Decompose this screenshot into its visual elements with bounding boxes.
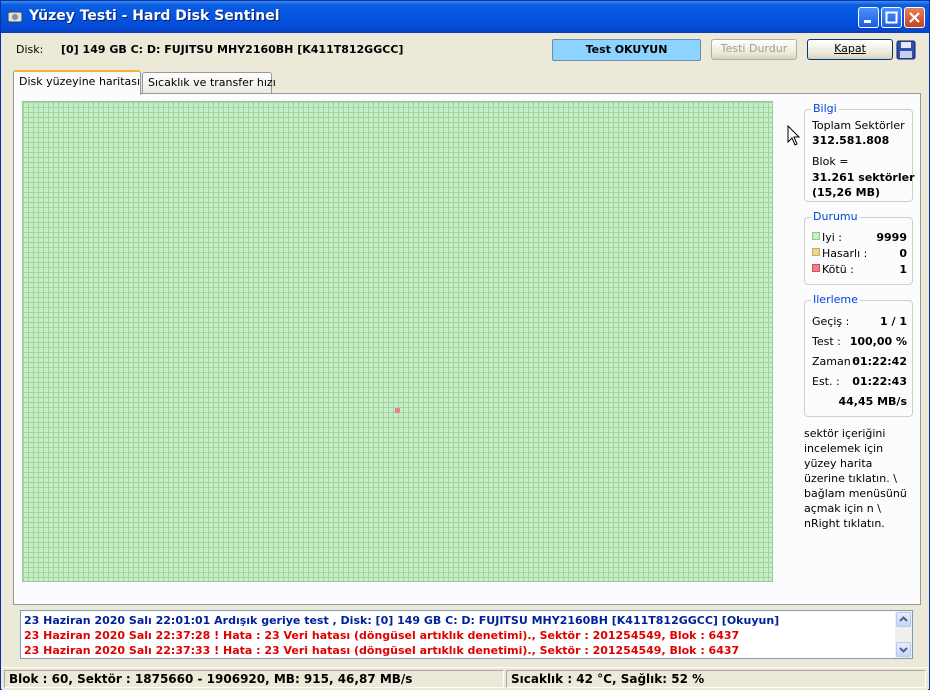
save-icon[interactable] xyxy=(896,40,916,60)
est-label: Est. : xyxy=(812,375,840,388)
progress-title: Ilerleme xyxy=(811,293,860,306)
minimize-icon xyxy=(864,20,871,23)
total-sectors-value: 312.581.808 xyxy=(812,134,890,147)
close-button[interactable]: Kapat xyxy=(807,39,893,60)
event-log[interactable]: 23 Haziran 2020 Salı 22:01:01 Ardışık ge… xyxy=(20,610,913,659)
bad-value: 1 xyxy=(899,263,907,276)
disk-surface-map[interactable] xyxy=(22,101,773,582)
status-block-info: Blok : 60, Sektör : 1875660 - 1906920, M… xyxy=(4,670,504,688)
log-entry: 23 Haziran 2020 Salı 22:37:28 ! Hata : 2… xyxy=(24,629,740,642)
time-row: Zaman : 01:22:42 xyxy=(812,355,907,368)
close-icon xyxy=(909,12,920,23)
bad-label: Kötü : xyxy=(822,263,854,276)
help-text: sektör içeriğini incelemek için yüzey ha… xyxy=(804,427,907,530)
bad-row: Kötü : 1 xyxy=(812,263,907,276)
progress-group: Ilerleme Geçiş : 1 / 1 Test : 100,00 % Z… xyxy=(804,293,913,417)
damaged-label: Hasarlı : xyxy=(822,247,868,260)
test-row: Test : 100,00 % xyxy=(812,335,907,348)
disk-label: Disk: xyxy=(16,43,44,56)
close-window-button[interactable] xyxy=(904,7,925,28)
good-label: Iyi : xyxy=(822,231,843,244)
block-size-value: (15,26 MB) xyxy=(812,186,881,199)
arrow-down-icon xyxy=(899,647,908,653)
info-title: Bilgi xyxy=(811,102,839,115)
app-icon xyxy=(7,11,23,23)
status-bar: Blok : 60, Sektör : 1875660 - 1906920, M… xyxy=(2,667,928,690)
good-row: Iyi : 9999 xyxy=(812,231,907,244)
time-label: Zaman : xyxy=(812,355,858,368)
test-value: 100,00 % xyxy=(849,335,907,348)
total-sectors-label: Toplam Sektörler xyxy=(812,119,905,132)
time-value: 01:22:42 xyxy=(852,355,907,368)
good-value: 9999 xyxy=(876,231,907,244)
disk-name: [0] 149 GB C: D: FUJITSU MHY2160BH [K411… xyxy=(61,43,404,56)
log-entry: 23 Haziran 2020 Salı 22:37:33 ! Hata : 2… xyxy=(24,644,740,657)
info-group: Bilgi Toplam Sektörler 312.581.808 Blok … xyxy=(804,102,915,202)
block-sectors-value: 31.261 sektörler xyxy=(812,171,915,184)
est-value: 01:22:43 xyxy=(852,375,907,388)
surface-test-window: Yüzey Testi - Hard Disk Sentinel Disk: [… xyxy=(0,0,930,690)
tab-temperature-transfer[interactable]: Sıcaklık ve transfer hızı xyxy=(142,72,276,93)
pass-value: 1 / 1 xyxy=(880,315,907,328)
arrow-up-icon xyxy=(899,616,908,622)
maximize-button[interactable] xyxy=(881,7,902,28)
stop-test-button[interactable]: Testi Durdur xyxy=(711,39,797,60)
status-title: Durumu xyxy=(811,210,860,223)
good-swatch xyxy=(812,232,820,240)
damaged-value: 0 xyxy=(899,247,907,260)
title-bar[interactable]: Yüzey Testi - Hard Disk Sentinel xyxy=(1,1,929,33)
status-temperature-health: Sıcaklık : 42 °C, Sağlık: 52 % xyxy=(506,670,926,688)
maximize-icon xyxy=(885,11,898,24)
tab-surface-map[interactable]: Disk yüzeyine haritası xyxy=(13,70,141,95)
pass-label: Geçiş : xyxy=(812,315,850,328)
test-label: Test : xyxy=(812,335,841,348)
mouse-cursor-icon xyxy=(787,125,801,146)
block-label: Blok = xyxy=(812,155,849,168)
damaged-row: Hasarlı : 0 xyxy=(812,247,907,260)
log-entry: 23 Haziran 2020 Salı 22:01:01 Ardışık ge… xyxy=(24,614,780,627)
scroll-up-button[interactable] xyxy=(896,612,911,627)
log-scrollbar[interactable] xyxy=(895,611,912,658)
speed-value: 44,45 MB/s xyxy=(838,395,907,408)
pass-row: Geçiş : 1 / 1 xyxy=(812,315,907,328)
bad-block-marker[interactable] xyxy=(395,408,400,413)
minimize-button[interactable] xyxy=(858,7,879,28)
bad-swatch xyxy=(812,264,820,272)
status-group: Durumu Iyi : 9999 Hasarlı : 0 Kötü : 1 xyxy=(804,210,913,285)
damaged-swatch xyxy=(812,248,820,256)
scroll-down-button[interactable] xyxy=(896,642,911,657)
window-title: Yüzey Testi - Hard Disk Sentinel xyxy=(29,8,280,24)
test-status-indicator: Test OKUYUN xyxy=(552,39,701,61)
est-row: Est. : 01:22:43 xyxy=(812,375,907,388)
